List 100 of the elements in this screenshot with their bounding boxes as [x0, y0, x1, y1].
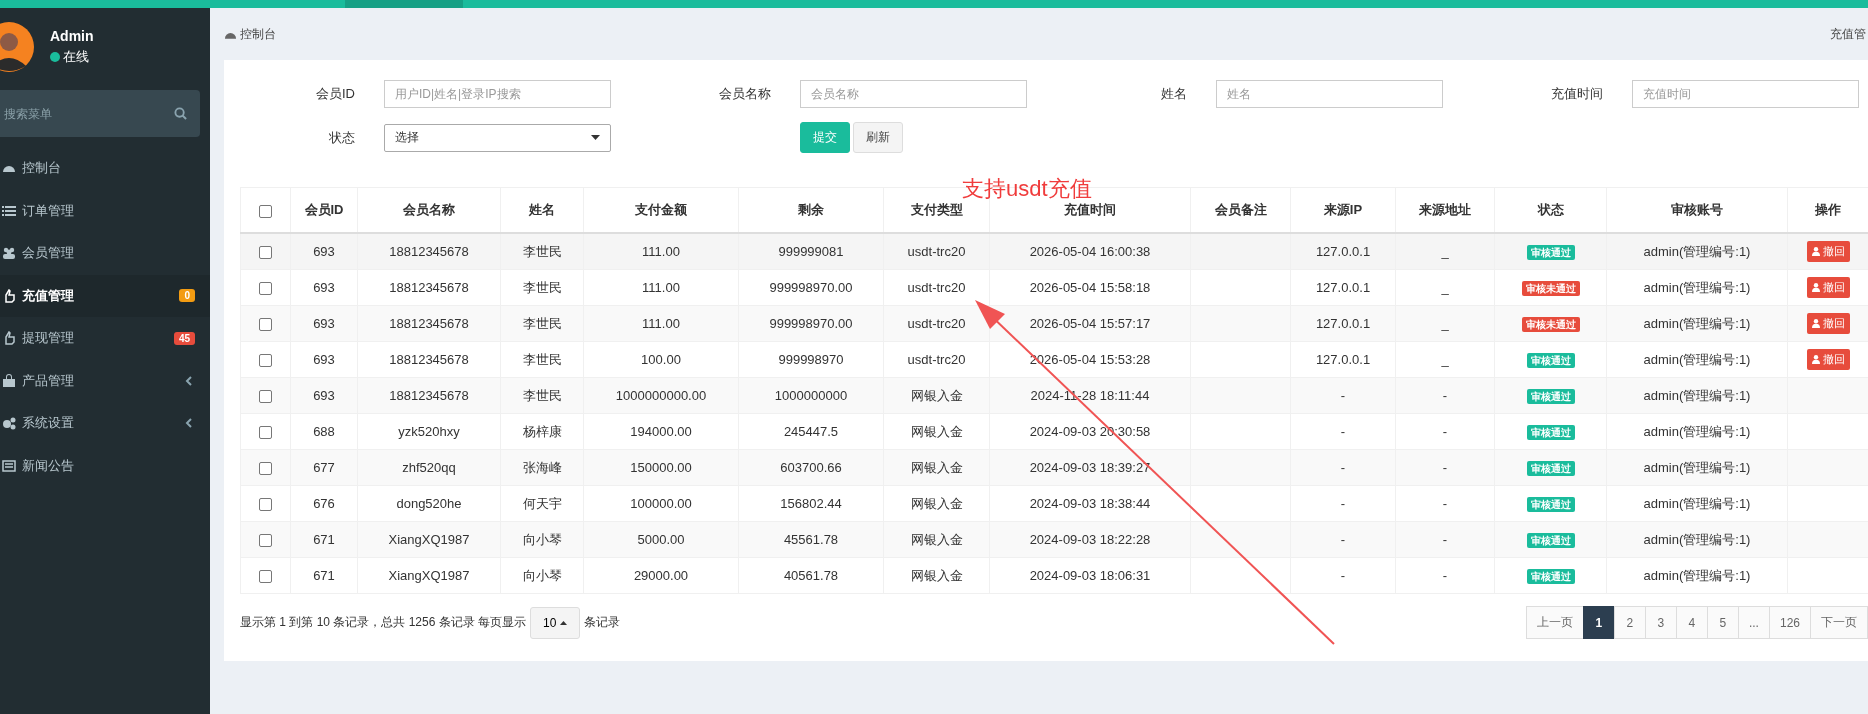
table-cell: 40561.78: [783, 568, 839, 583]
user-icon: [1811, 355, 1820, 364]
menu-item[interactable]: 充值管理 0: [0, 274, 210, 317]
breadcrumb-link[interactable]: 充值管: [1830, 25, 1866, 43]
row-checkbox[interactable]: [259, 390, 272, 404]
table-cell: _: [1441, 280, 1449, 295]
revoke-button[interactable]: 撤回: [1806, 313, 1850, 334]
table-cell: 100.00: [641, 352, 681, 367]
table-cell: 2026-05-04 16:00:38: [1029, 244, 1151, 259]
table-cell: 2024-09-03 18:22:28: [1029, 532, 1151, 547]
table-cell: 18812345678: [389, 280, 469, 295]
table-cell: 张海峰: [522, 459, 562, 475]
menu-item[interactable]: 控制台: [0, 147, 210, 190]
refresh-button[interactable]: 刷新: [853, 122, 903, 153]
menu-item[interactable]: 新闻公告: [0, 444, 210, 487]
table-cell: 2026-05-04 15:58:18: [1029, 280, 1151, 295]
row-checkbox[interactable]: [259, 354, 272, 368]
row-checkbox[interactable]: [259, 282, 272, 296]
table-cell: 127.0.0.1: [1315, 316, 1371, 331]
table-cell: 693: [313, 280, 335, 295]
status-select[interactable]: 选择: [384, 123, 611, 152]
revoke-button[interactable]: 撤回: [1806, 277, 1850, 298]
table-cell: usdt-trc20: [907, 280, 966, 295]
table-cell: 李世民: [522, 243, 562, 259]
page-button[interactable]: 上一页: [1525, 606, 1584, 639]
table-cell: 向小琴: [522, 531, 562, 547]
caret-icon: [591, 135, 600, 140]
row-checkbox[interactable]: [259, 246, 272, 260]
table-cell: -: [1442, 424, 1448, 439]
table-cell: -: [1340, 496, 1346, 511]
table-cell: 127.0.0.1: [1315, 280, 1371, 295]
status-badge: 审核通过: [1526, 568, 1575, 584]
count-badge: 45: [173, 331, 195, 345]
table-cell: usdt-trc20: [907, 352, 966, 367]
table-cell: _: [1441, 244, 1449, 259]
page-button[interactable]: 1: [1582, 606, 1615, 639]
table-cell: 李世民: [522, 279, 562, 295]
record-suffix: 条记录: [584, 614, 621, 631]
page-button[interactable]: 3: [1644, 606, 1677, 639]
table-cell: 18812345678: [389, 316, 469, 331]
filter-label: 姓名: [1160, 85, 1187, 103]
table-cell: -: [1442, 568, 1448, 583]
table-cell: 156802.44: [780, 496, 842, 511]
filter-field[interactable]: 充值时间: [1632, 80, 1859, 108]
table-cell: 向小琴: [522, 567, 562, 583]
row-checkbox[interactable]: [259, 462, 272, 476]
row-checkbox[interactable]: [259, 426, 272, 440]
menu-search-field[interactable]: 搜索菜单: [0, 90, 200, 137]
user-icon: [1811, 319, 1820, 328]
table-cell: 李世民: [522, 387, 562, 403]
row-checkbox[interactable]: [259, 570, 272, 584]
table-cell: XiangXQ1987: [388, 568, 470, 583]
filter-field[interactable]: 用户ID|姓名|登录IP搜索: [384, 80, 611, 108]
table-cell: XiangXQ1987: [388, 532, 470, 547]
table-cell: 2026-05-04 15:57:17: [1029, 316, 1151, 331]
user-status: 在线: [63, 48, 89, 66]
page-button[interactable]: 下一页: [1810, 606, 1868, 639]
table-cell: 2024-09-03 18:06:31: [1029, 568, 1151, 583]
gears-icon: [2, 416, 16, 431]
table-cell: 杨梓康: [522, 423, 562, 439]
table-cell: usdt-trc20: [907, 244, 966, 259]
menu-item[interactable]: 系统设置: [0, 402, 210, 445]
page-button[interactable]: ...: [1737, 606, 1770, 639]
page-button[interactable]: 126: [1768, 606, 1811, 639]
table-cell: zhf520qq: [402, 460, 456, 475]
select-all-checkbox[interactable]: [259, 204, 272, 218]
breadcrumb-link[interactable]: 控制台: [240, 25, 276, 43]
revoke-button[interactable]: 撤回: [1806, 241, 1850, 262]
filter-field[interactable]: 姓名: [1216, 80, 1443, 108]
table-cell: -: [1442, 496, 1448, 511]
row-checkbox[interactable]: [259, 498, 272, 512]
table-cell: 网银入金: [910, 423, 963, 439]
table-cell: -: [1442, 388, 1448, 403]
status-badge: 审核通过: [1526, 496, 1575, 512]
table-cell: 676: [313, 496, 335, 511]
menu-item[interactable]: 会员管理: [0, 232, 210, 275]
table-cell: -: [1340, 424, 1346, 439]
table-cell: admin(管理编号:1): [1643, 243, 1751, 259]
page-size-dropdown[interactable]: 10: [530, 606, 581, 639]
page-button[interactable]: 2: [1613, 606, 1646, 639]
table-cell: 网银入金: [910, 567, 963, 583]
status-badge: 审核通过: [1526, 244, 1575, 260]
page-button[interactable]: 4: [1675, 606, 1708, 639]
menu-item[interactable]: 产品管理: [0, 359, 210, 402]
search-icon[interactable]: [174, 107, 187, 120]
table-cell: 693: [313, 316, 335, 331]
page-button[interactable]: 5: [1706, 606, 1739, 639]
table-cell: 100000.00: [630, 496, 692, 511]
revoke-button[interactable]: 撤回: [1806, 349, 1850, 370]
menu-item[interactable]: 提现管理 45: [0, 317, 210, 360]
menu-item[interactable]: 订单管理: [0, 189, 210, 232]
table-cell: 603700.66: [780, 460, 842, 475]
filter-label: 状态: [328, 128, 355, 147]
hand-icon: [2, 288, 16, 303]
row-checkbox[interactable]: [259, 534, 272, 548]
filter-field[interactable]: 会员名称: [800, 80, 1027, 108]
table-cell: -: [1442, 460, 1448, 475]
table-cell: 18812345678: [389, 244, 469, 259]
row-checkbox[interactable]: [259, 318, 272, 332]
status-badge: 审核通过: [1526, 352, 1575, 368]
